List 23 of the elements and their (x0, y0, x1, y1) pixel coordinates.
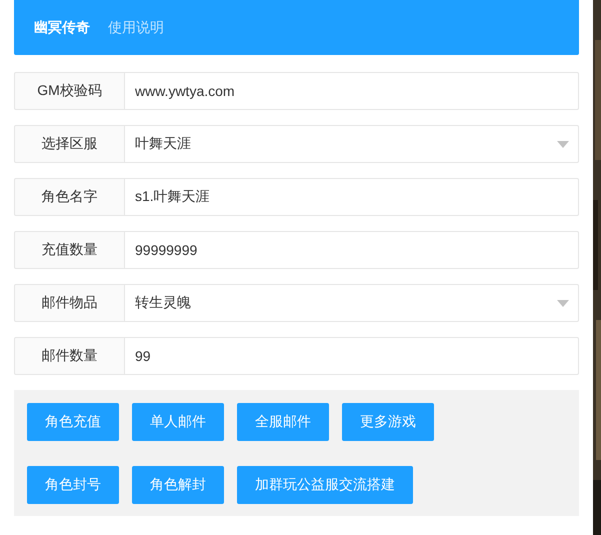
action-button[interactable]: 加群玩公益服交流搭建 (237, 466, 413, 504)
action-button[interactable]: 角色封号 (27, 466, 119, 504)
field-label: GM校验码 (14, 72, 125, 110)
field-label: 充值数量 (14, 231, 125, 269)
nav-link[interactable]: 幽冥传奇 (34, 18, 90, 36)
nav-link[interactable]: 使用说明 (108, 18, 164, 36)
field-label: 邮件物品 (14, 284, 125, 322)
action-button[interactable]: 单人邮件 (132, 403, 224, 441)
select-field[interactable]: 转生灵魄 (125, 284, 579, 322)
field-label: 选择区服 (14, 125, 125, 163)
action-button[interactable]: 全服邮件 (237, 403, 329, 441)
action-button[interactable]: 角色解封 (132, 466, 224, 504)
input-field[interactable]: 99 (125, 337, 579, 375)
select-field[interactable]: 叶舞天涯 (125, 125, 579, 163)
action-button[interactable]: 更多游戏 (342, 403, 434, 441)
input-field[interactable]: 99999999 (125, 231, 579, 269)
field-label: 邮件数量 (14, 337, 125, 375)
input-field[interactable]: s1.叶舞天涯 (125, 178, 579, 216)
input-field[interactable]: www.ywtya.com (125, 72, 579, 110)
caret-icon (557, 140, 569, 148)
action-button[interactable]: 角色充值 (27, 403, 119, 441)
field-label: 角色名字 (14, 178, 125, 216)
caret-icon (557, 300, 569, 306)
